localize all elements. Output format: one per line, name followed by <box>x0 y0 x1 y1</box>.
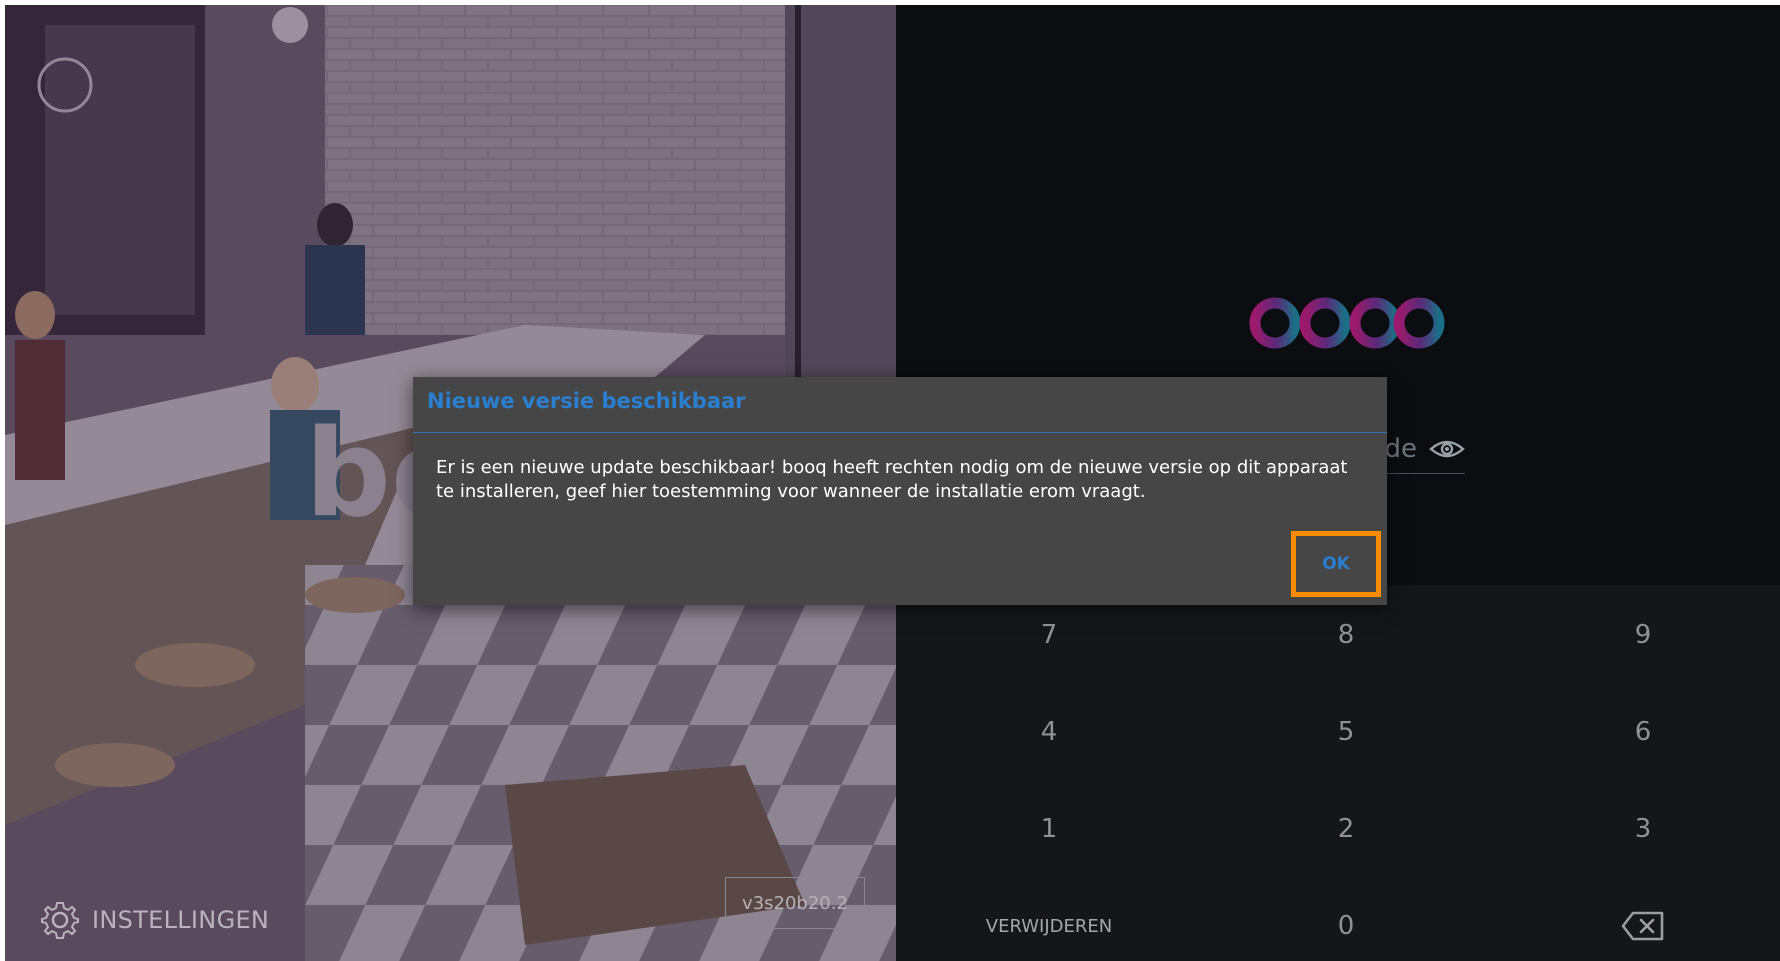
dialog-divider <box>413 432 1387 433</box>
app-screen: bo INSTELLINGEN v3s20b20.2 7 8 9 4 5 6 1… <box>5 5 1780 961</box>
ok-button[interactable]: OK <box>1301 541 1371 587</box>
delete-all-button[interactable]: VERWIJDEREN <box>959 896 1139 956</box>
keypad-key-3[interactable]: 3 <box>1553 799 1733 859</box>
keypad-key-7[interactable]: 7 <box>959 605 1139 665</box>
update-dialog: Nieuwe versie beschikbaar Er is een nieu… <box>413 377 1387 605</box>
keypad-key-6[interactable]: 6 <box>1553 702 1733 762</box>
keypad-key-4[interactable]: 4 <box>959 702 1139 762</box>
keypad-key-2[interactable]: 2 <box>1256 799 1436 859</box>
settings-button[interactable]: INSTELLINGEN <box>40 900 269 940</box>
version-label: v3s20b20.2 <box>725 877 865 929</box>
settings-label: INSTELLINGEN <box>92 906 270 934</box>
backspace-icon <box>1621 911 1664 941</box>
dialog-message: Er is een nieuwe update beschikbaar! boo… <box>436 457 1348 502</box>
keypad-key-8[interactable]: 8 <box>1256 605 1436 665</box>
keypad-key-9[interactable]: 9 <box>1553 605 1733 665</box>
gear-icon <box>41 902 79 939</box>
keypad-key-0[interactable]: 0 <box>1256 896 1436 956</box>
keypad-key-1[interactable]: 1 <box>959 799 1139 859</box>
booq-logo <box>1249 277 1445 373</box>
eye-icon[interactable] <box>1429 437 1465 461</box>
keypad-key-5[interactable]: 5 <box>1256 702 1436 762</box>
backspace-button[interactable] <box>1553 896 1733 956</box>
dialog-title: Nieuwe versie beschikbaar <box>427 389 746 413</box>
